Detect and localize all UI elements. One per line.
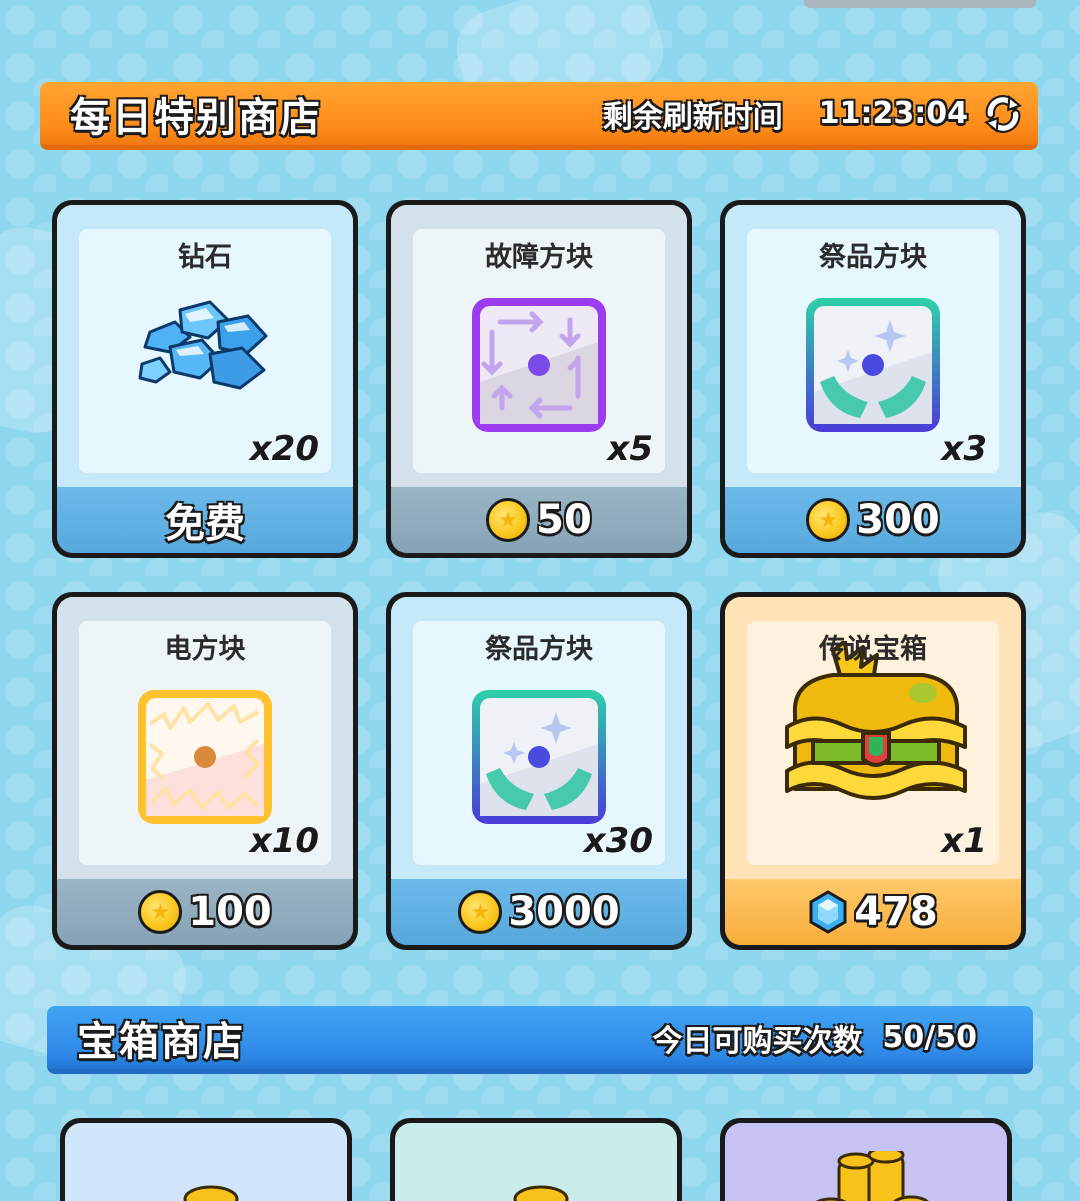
diamond-pile-icon — [138, 300, 268, 390]
daily-shop-banner: 每日特别商店 剩余刷新时间 11:23:04 — [40, 82, 1038, 150]
gem-icon — [809, 890, 847, 934]
coin-icon — [806, 498, 851, 542]
glitch-block-icon — [472, 298, 606, 432]
chest-shop-title: 宝箱商店 — [77, 1018, 245, 1065]
price-button[interactable]: 50 — [391, 487, 687, 553]
legendary-chest-icon — [785, 641, 967, 800]
price-label: 50 — [536, 497, 592, 543]
refresh-label: 剩余刷新时间 — [602, 99, 783, 135]
coin-icon — [486, 498, 531, 542]
purchase-limit-label: 今日可购买次数 — [652, 1023, 863, 1059]
item-name: 传说宝箱 — [819, 634, 927, 665]
offering-block-icon — [472, 690, 606, 824]
item-quantity: x1 — [941, 821, 987, 861]
chest-shop-card[interactable] — [720, 1118, 1012, 1201]
item-name: 钻石 — [178, 242, 232, 273]
item-quantity: x3 — [941, 429, 987, 469]
offering-block-icon — [806, 298, 940, 432]
electric-block-icon — [138, 690, 272, 824]
daily-shop-title: 每日特别商店 — [70, 94, 322, 141]
price-button[interactable]: 100 — [57, 879, 353, 945]
shop-item-card-offering-block-bulk[interactable]: 祭品方块 x30 ★ 3000 — [386, 592, 692, 950]
shop-item-card-legendary-chest[interactable]: 传说宝箱 x1 478 — [720, 592, 1026, 950]
coin-icon — [458, 890, 503, 934]
price-button[interactable]: 478 — [725, 879, 1021, 945]
price-button[interactable]: 免费 — [57, 487, 353, 553]
coin-stack-icon — [513, 1185, 569, 1201]
price-label: 300 — [856, 497, 940, 543]
price-button[interactable]: 300 — [725, 487, 1021, 553]
item-name: 祭品方块 — [819, 242, 927, 273]
refresh-timer: 11:23:04 — [818, 96, 968, 131]
coin-pile-icon — [815, 1151, 929, 1201]
coin-stack-icon — [183, 1185, 239, 1201]
shop-item-card-electric-block[interactable]: 电方块 x10 100 — [52, 592, 358, 950]
item-name: 电方块 — [164, 634, 246, 665]
price-label: 478 — [854, 889, 938, 935]
price-label: 100 — [188, 889, 272, 935]
top-bar-edge — [804, 0, 1036, 8]
price-label: 3000 — [508, 889, 620, 935]
item-quantity: x30 — [583, 821, 653, 861]
price-button[interactable]: 3000 — [391, 879, 687, 945]
item-name: 故障方块 — [485, 242, 593, 273]
shop-item-card-glitch-block[interactable]: 故障方块 x5 ★ 50 — [386, 200, 692, 558]
chest-shop-card[interactable] — [390, 1118, 682, 1201]
item-quantity: x10 — [249, 821, 319, 861]
shop-item-card-diamonds[interactable]: 钻石 x20 免费 — [52, 200, 358, 558]
chest-shop-card[interactable] — [60, 1118, 352, 1201]
item-quantity: x20 — [249, 429, 319, 469]
refresh-icon[interactable] — [982, 93, 1024, 135]
price-label: 免费 — [165, 501, 245, 547]
shop-item-card-offering-block[interactable]: 祭品方块 x3 ★ 300 — [720, 200, 1026, 558]
chest-shop-banner: 宝箱商店 今日可购买次数 50/50 — [47, 1006, 1033, 1074]
item-quantity: x5 — [607, 429, 653, 469]
purchase-limit-count: 50/50 — [882, 1020, 977, 1055]
coin-icon — [138, 890, 183, 934]
item-name: 祭品方块 — [485, 634, 593, 665]
